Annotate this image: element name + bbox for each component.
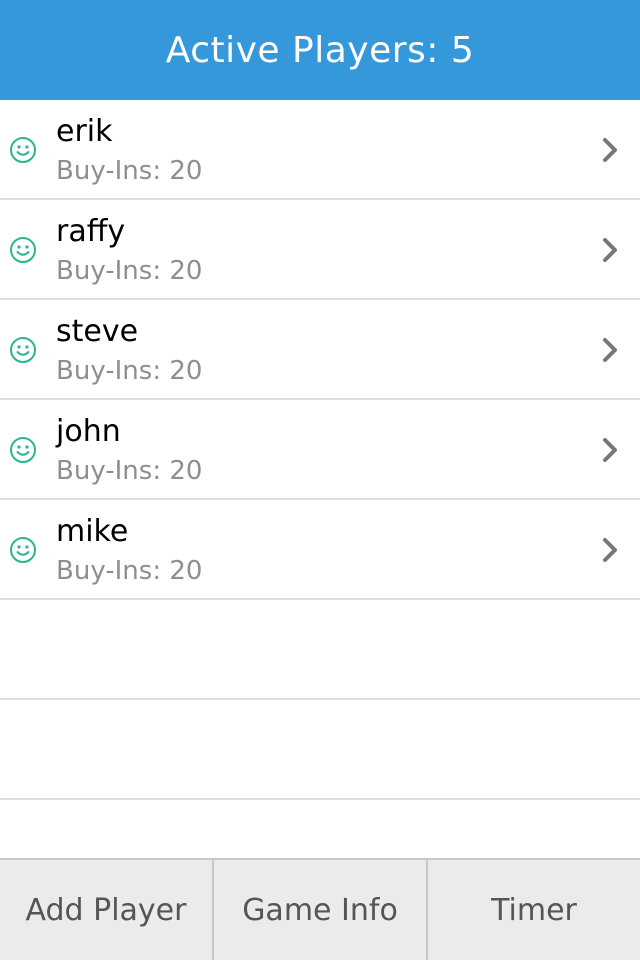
smiley-icon (10, 237, 36, 263)
chevron-right-icon (603, 338, 617, 362)
player-row-steve[interactable]: steve Buy-Ins: 20 (0, 300, 640, 400)
player-row-erik[interactable]: erik Buy-Ins: 20 (0, 100, 640, 200)
smiley-icon (10, 537, 36, 563)
smiley-icon (10, 337, 36, 363)
player-row-john[interactable]: john Buy-Ins: 20 (0, 400, 640, 500)
player-name: steve (56, 314, 139, 349)
game-info-button[interactable]: Game Info (214, 860, 428, 960)
player-list: erik Buy-Ins: 20 raffy Buy-Ins: 20 steve… (0, 100, 640, 800)
player-row-raffy[interactable]: raffy Buy-Ins: 20 (0, 200, 640, 300)
page-title: Active Players: 5 (165, 29, 475, 71)
player-buyins: Buy-Ins: 20 (56, 456, 203, 486)
chevron-right-icon (603, 438, 617, 462)
smiley-icon (10, 137, 36, 163)
empty-row (0, 700, 640, 800)
chevron-right-icon (603, 138, 617, 162)
player-row-mike[interactable]: mike Buy-Ins: 20 (0, 500, 640, 600)
player-name: raffy (56, 214, 126, 249)
navigation-header: Active Players: 5 (0, 0, 640, 100)
smiley-icon (10, 437, 36, 463)
player-name: erik (56, 114, 113, 149)
empty-row (0, 600, 640, 700)
player-buyins: Buy-Ins: 20 (56, 556, 203, 586)
player-buyins: Buy-Ins: 20 (56, 156, 203, 186)
add-player-button[interactable]: Add Player (0, 860, 214, 960)
chevron-right-icon (603, 538, 617, 562)
player-buyins: Buy-Ins: 20 (56, 256, 203, 286)
timer-button[interactable]: Timer (428, 860, 640, 960)
player-buyins: Buy-Ins: 20 (56, 356, 203, 386)
player-name: mike (56, 514, 129, 549)
chevron-right-icon (603, 238, 617, 262)
player-name: john (56, 414, 121, 449)
bottom-toolbar: Add Player Game Info Timer (0, 858, 640, 960)
